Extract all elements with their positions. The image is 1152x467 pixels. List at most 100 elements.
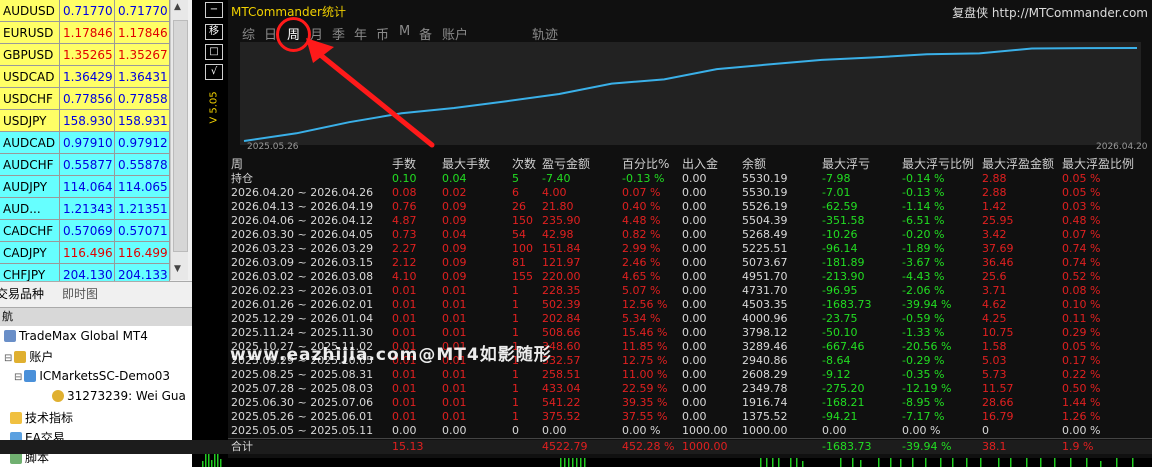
indicator-icon — [10, 412, 22, 424]
server-icon — [24, 370, 37, 382]
quote-ask: 0.55878 — [115, 154, 170, 175]
resize-button[interactable]: □ — [205, 44, 223, 60]
minimize-button[interactable]: − — [205, 2, 223, 18]
quote-symbol: AUDJPY — [0, 176, 60, 197]
quote-bid: 1.35265 — [60, 44, 115, 65]
quote-row[interactable]: USDJPY 158.930 158.931 — [0, 110, 170, 132]
quote-ask: 1.21351 — [115, 198, 170, 219]
quote-symbol: CADJPY — [0, 242, 60, 263]
quote-row[interactable]: AUDUSD 0.71770 0.71770 — [0, 0, 170, 22]
price-bar — [1100, 461, 1102, 467]
quote-bid: 116.496 — [60, 242, 115, 263]
quote-row[interactable]: GBPUSD 1.35265 1.35267 — [0, 44, 170, 66]
navigator-header: 航 — [0, 307, 192, 327]
quote-symbol: AUDCAD — [0, 132, 60, 153]
tab-period[interactable]: 账户 — [442, 24, 468, 43]
price-bar — [980, 457, 982, 467]
quote-row[interactable]: AUDJPY 114.064 114.065 — [0, 176, 170, 198]
tab-symbols[interactable]: 交易品种 — [0, 285, 44, 302]
quote-row[interactable]: AUD... 1.21343 1.21351 — [0, 198, 170, 220]
navigator-tree: TradeMax Global MT4 ⊟ 账户 ⊟ ICMarketsSC-Dem… — [0, 326, 192, 467]
nav-item-indicators[interactable]: 技术指标 — [10, 409, 73, 426]
highlight-circle — [276, 17, 311, 52]
quote-bid: 1.36429 — [60, 66, 115, 87]
scroll-down-icon[interactable]: ▼ — [174, 264, 181, 274]
user-icon — [52, 390, 64, 402]
quote-ask: 114.065 — [115, 176, 170, 197]
price-bar — [940, 458, 942, 467]
expand-icon[interactable]: ⊟ — [14, 372, 22, 383]
version-label: V 5.05 — [208, 91, 220, 124]
quote-row[interactable]: CADJPY 116.496 116.499 — [0, 242, 170, 264]
quote-symbol: AUDUSD — [0, 0, 60, 21]
price-bar — [202, 461, 204, 467]
price-bar — [214, 453, 216, 467]
quote-ask: 0.71770 — [115, 0, 170, 21]
folder-icon — [4, 330, 16, 342]
quote-bid: 0.55877 — [60, 154, 115, 175]
nav-item-server[interactable]: ⊟ ICMarketsSC-Demo03 — [14, 369, 170, 383]
tab-period[interactable]: 季 — [332, 24, 345, 43]
nav-item-scripts[interactable]: 脚本 — [10, 449, 49, 466]
nav-item-login[interactable]: 31273239: Wei Gua — [52, 389, 186, 403]
quote-row[interactable]: AUDCHF 0.55877 0.55878 — [0, 154, 170, 176]
quote-symbol: USDCHF — [0, 88, 60, 109]
brand-name: 复盘侠 — [952, 6, 989, 20]
market-watch: AUDUSD 0.71770 0.71770 EURUSD 1.17846 1.17846… — [0, 0, 170, 286]
market-watch-tabs: 交易品种 即时图 — [0, 281, 192, 304]
script-icon — [10, 452, 22, 464]
quote-ask: 0.77858 — [115, 88, 170, 109]
price-bar — [568, 458, 570, 467]
quote-ask: 1.17846 — [115, 22, 170, 43]
tab-period[interactable]: 月 — [310, 24, 323, 43]
pane-splitter[interactable] — [192, 0, 200, 467]
quote-row[interactable]: USDCAD 1.36429 1.36431 — [0, 66, 170, 88]
quote-bid: 158.930 — [60, 110, 115, 131]
expand-icon[interactable]: ⊟ — [4, 353, 12, 364]
nav-item-accounts[interactable]: ⊟ 账户 — [4, 348, 53, 365]
quote-symbol: USDCAD — [0, 66, 60, 87]
quote-bid: 0.77856 — [60, 88, 115, 109]
price-bar — [211, 460, 213, 467]
tab-tick-chart[interactable]: 即时图 — [62, 285, 98, 302]
market-watch-scrollbar[interactable]: ▲ ▼ — [170, 0, 188, 280]
tab-period[interactable]: 备 — [419, 24, 432, 43]
scroll-thumb[interactable] — [173, 20, 188, 252]
price-bar — [860, 460, 862, 467]
tab-period[interactable]: 轨迹 — [532, 24, 558, 43]
check-button[interactable]: √ — [205, 64, 223, 80]
quote-ask: 0.97912 — [115, 132, 170, 153]
quote-bid: 1.21343 — [60, 198, 115, 219]
quote-bid: 0.97910 — [60, 132, 115, 153]
price-bar — [580, 457, 582, 467]
expert-icon — [10, 432, 22, 444]
quote-row[interactable]: EURUSD 1.17846 1.17846 — [0, 22, 170, 44]
quote-symbol: EURUSD — [0, 22, 60, 43]
price-bar — [802, 461, 804, 467]
quote-symbol: AUD... — [0, 198, 60, 219]
quote-row[interactable]: USDCHF 0.77856 0.77858 — [0, 88, 170, 110]
tab-period[interactable]: 币 — [376, 24, 389, 43]
chart-start-date: 2025.05.26 — [247, 142, 299, 152]
brand-url[interactable]: http://MTCommander.com — [992, 6, 1148, 20]
tab-period[interactable]: 综 — [242, 24, 255, 43]
quote-row[interactable]: AUDCAD 0.97910 0.97912 — [0, 132, 170, 154]
total-divider — [228, 438, 1152, 439]
equity-line — [243, 47, 1138, 142]
tab-period[interactable]: 年 — [354, 24, 367, 43]
quote-symbol: GBPUSD — [0, 44, 60, 65]
accounts-icon — [14, 351, 27, 363]
quote-bid: 0.57069 — [60, 220, 115, 241]
scroll-up-icon[interactable]: ▲ — [174, 2, 181, 12]
watermark: www.eazhijia.com@MT4如影随形 — [230, 345, 552, 365]
quote-symbol: AUDCHF — [0, 154, 60, 175]
nav-item-broker[interactable]: TradeMax Global MT4 — [4, 329, 148, 343]
tab-period[interactable]: M — [399, 24, 410, 39]
price-bar — [208, 447, 210, 467]
price-bar — [900, 459, 902, 467]
panel-brand: 复盘侠 http://MTCommander.com — [952, 4, 1148, 21]
move-button[interactable]: 移 — [205, 24, 223, 40]
quote-bid: 114.064 — [60, 176, 115, 197]
quote-row[interactable]: CADCHF 0.57069 0.57071 — [0, 220, 170, 242]
nav-item-experts[interactable]: EA交易 — [10, 429, 65, 446]
